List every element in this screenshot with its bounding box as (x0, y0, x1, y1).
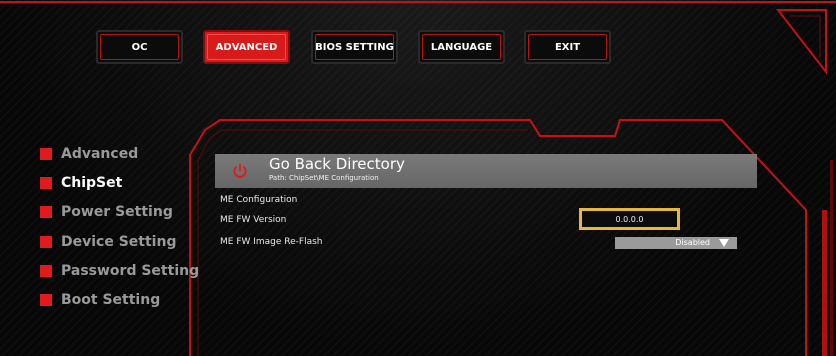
me-fw-image-reflash-select[interactable]: Disabled (615, 237, 737, 249)
sidebar-item-label: Device Setting (61, 234, 177, 250)
section-label-me-configuration: ME Configuration (220, 195, 298, 205)
square-bullet-icon (40, 148, 52, 160)
sidebar-item-advanced[interactable]: Advanced (40, 143, 138, 165)
square-bullet-icon (40, 177, 52, 189)
sidebar-item-password-setting[interactable]: Password Setting (40, 260, 199, 282)
square-bullet-icon (40, 265, 52, 277)
setting-label-me-fw-image-reflash: ME FW Image Re-Flash (220, 237, 323, 247)
sidebar-item-chipset[interactable]: ChipSet (40, 172, 122, 194)
tab-oc[interactable]: OC (96, 30, 183, 64)
page-title: Go Back Directory (269, 155, 405, 173)
select-value: Disabled (675, 238, 710, 247)
square-bullet-icon (40, 206, 52, 218)
sidebar-item-device-setting[interactable]: Device Setting (40, 231, 176, 253)
tab-advanced[interactable]: ADVANCED (203, 30, 290, 64)
tab-language[interactable]: LANGUAGE (418, 30, 505, 64)
chevron-down-icon (719, 239, 729, 247)
square-bullet-icon (40, 294, 52, 306)
power-icon (233, 163, 247, 178)
sidebar-item-boot-setting[interactable]: Boot Setting (40, 289, 160, 311)
me-fw-version-text: 0.0.0.0 (615, 214, 644, 224)
sidebar-item-label: Power Setting (61, 204, 173, 220)
sidebar-item-label: Password Setting (61, 263, 200, 279)
tab-exit[interactable]: EXIT (524, 30, 611, 64)
sidebar-item-label: Advanced (61, 146, 139, 162)
square-bullet-icon (40, 236, 52, 248)
sidebar-item-power-setting[interactable]: Power Setting (40, 201, 173, 223)
go-back-directory-button[interactable]: Go Back Directory Path: ChipSet\ME Confi… (215, 154, 757, 188)
setting-label-me-fw-version: ME FW Version (220, 215, 287, 225)
me-fw-version-value: 0.0.0.0 (579, 208, 680, 230)
sidebar-item-label: Boot Setting (61, 292, 161, 308)
tab-bios-setting[interactable]: BIOS SETTING (311, 30, 398, 64)
breadcrumb: Path: ChipSet\ME Configuration (269, 174, 379, 182)
sidebar-item-label: ChipSet (61, 175, 123, 191)
